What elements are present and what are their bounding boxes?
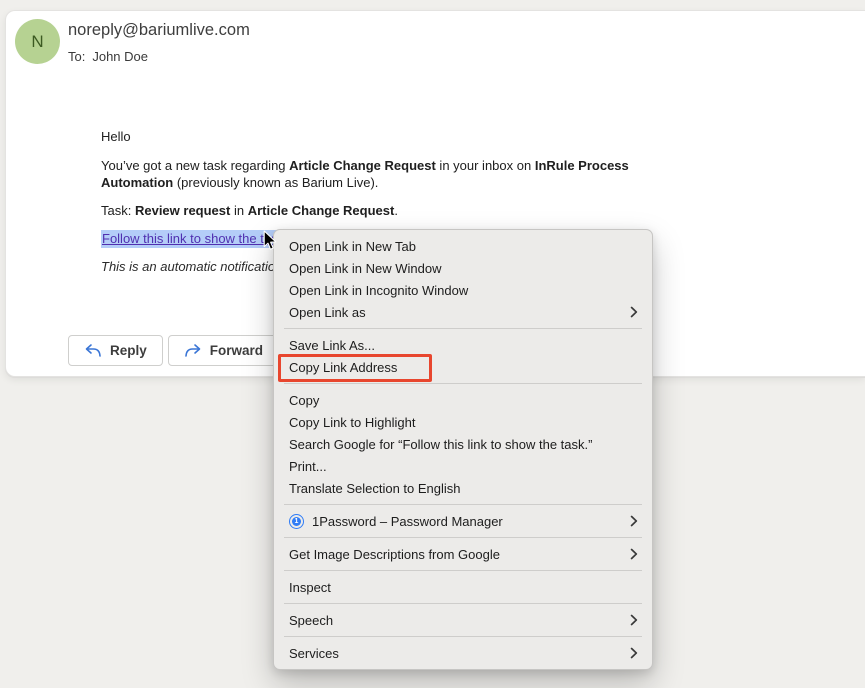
menu-item-content: Get Image Descriptions from Google — [289, 547, 500, 562]
menu-item-speech[interactable]: Speech — [274, 609, 652, 631]
menu-item-label: Copy Link Address — [289, 360, 397, 375]
menu-item-label: Get Image Descriptions from Google — [289, 547, 500, 562]
email-paragraph-task: Task: Review request in Article Change R… — [101, 202, 398, 219]
menu-item-copy-link-to-highlight[interactable]: Copy Link to Highlight — [274, 411, 652, 433]
email-greeting: Hello — [101, 128, 131, 145]
menu-item-print[interactable]: Print... — [274, 455, 652, 477]
menu-item-label: Save Link As... — [289, 338, 375, 353]
menu-item-get-image-descriptions-from-google[interactable]: Get Image Descriptions from Google — [274, 543, 652, 565]
auto-notification-note: This is an automatic notification — [101, 258, 282, 275]
menu-item-content: Print... — [289, 459, 327, 474]
submenu-chevron-icon — [630, 614, 638, 626]
menu-item-open-link-as[interactable]: Open Link as — [274, 301, 652, 323]
menu-item-content: Translate Selection to English — [289, 481, 461, 496]
email-paragraph-intro: You’ve got a new task regarding Article … — [101, 157, 657, 191]
menu-item-label: Open Link in New Window — [289, 261, 441, 276]
menu-item-search-google-for-follow-this-link-to-show-the-task[interactable]: Search Google for “Follow this link to s… — [274, 433, 652, 455]
menu-item-copy-link-address[interactable]: Copy Link Address — [274, 356, 652, 378]
menu-item-content: Open Link in New Tab — [289, 239, 416, 254]
menu-group: Open Link in New Tab Open Link in New Win… — [274, 230, 652, 328]
menu-item-label: Services — [289, 646, 339, 661]
to-label: To: — [68, 49, 85, 64]
forward-button-label: Forward — [210, 343, 263, 358]
menu-item-label: Copy Link to Highlight — [289, 415, 415, 430]
menu-item-services[interactable]: Services — [274, 642, 652, 664]
menu-group: Get Image Descriptions from Google — [274, 538, 652, 570]
submenu-chevron-icon — [630, 548, 638, 560]
menu-item-label: Translate Selection to English — [289, 481, 461, 496]
menu-item-label: 1Password – Password Manager — [312, 514, 503, 529]
menu-item-label: Open Link as — [289, 305, 366, 320]
menu-item-content: Services — [289, 646, 339, 661]
menu-item-label: Print... — [289, 459, 327, 474]
menu-item-inspect[interactable]: Inspect — [274, 576, 652, 598]
menu-item-label: Open Link in New Tab — [289, 239, 416, 254]
menu-item-copy[interactable]: Copy — [274, 389, 652, 411]
submenu-chevron-icon — [630, 306, 638, 318]
menu-item-label: Open Link in Incognito Window — [289, 283, 468, 298]
menu-item-label: Speech — [289, 613, 333, 628]
menu-group: Speech — [274, 604, 652, 636]
reply-button-label: Reply — [110, 343, 147, 358]
menu-item-content: Copy Link Address — [289, 360, 397, 375]
reply-arrow-icon — [84, 343, 102, 358]
menu-item-content: Open Link as — [289, 305, 366, 320]
mouse-cursor — [263, 230, 278, 252]
menu-item-content: Search Google for “Follow this link to s… — [289, 437, 592, 452]
menu-item-open-link-in-new-tab[interactable]: Open Link in New Tab — [274, 235, 652, 257]
menu-item-content: Open Link in Incognito Window — [289, 283, 468, 298]
menu-group: Save Link As... Copy Link Address — [274, 329, 652, 383]
menu-item-translate-selection-to-english[interactable]: Translate Selection to English — [274, 477, 652, 499]
menu-item-content: Inspect — [289, 580, 331, 595]
menu-item-save-link-as[interactable]: Save Link As... — [274, 334, 652, 356]
email-action-buttons: Reply Forward — [68, 335, 279, 366]
submenu-chevron-icon — [630, 647, 638, 659]
menu-item-content: Speech — [289, 613, 333, 628]
forward-button[interactable]: Forward — [168, 335, 279, 366]
menu-item-open-link-in-new-window[interactable]: Open Link in New Window — [274, 257, 652, 279]
menu-group: Services — [274, 637, 652, 669]
recipient-name: John Doe — [92, 49, 148, 64]
task-link-line: Follow this link to show the task. — [101, 230, 290, 247]
forward-arrow-icon — [184, 343, 202, 358]
recipient-line: To: John Doe — [68, 49, 148, 64]
menu-item-content: Open Link in New Window — [289, 261, 441, 276]
1password-icon: 1 — [289, 514, 304, 529]
task-link[interactable]: Follow this link to show the task. — [101, 230, 290, 248]
menu-group: 1 1Password – Password Manager — [274, 505, 652, 537]
avatar: N — [15, 19, 60, 64]
menu-item-content: 1 1Password – Password Manager — [289, 514, 503, 529]
menu-item-content: Save Link As... — [289, 338, 375, 353]
submenu-chevron-icon — [630, 515, 638, 527]
menu-item-1password-password-manager[interactable]: 1 1Password – Password Manager — [274, 510, 652, 532]
sender-email: noreply@bariumlive.com — [68, 21, 250, 40]
menu-item-label: Copy — [289, 393, 319, 408]
menu-item-open-link-in-incognito-window[interactable]: Open Link in Incognito Window — [274, 279, 652, 301]
reply-button[interactable]: Reply — [68, 335, 163, 366]
context-menu: Open Link in New Tab Open Link in New Win… — [273, 229, 653, 670]
menu-item-label: Inspect — [289, 580, 331, 595]
menu-group: Inspect — [274, 571, 652, 603]
desktop-background: N noreply@bariumlive.com To: John Doe Hel… — [0, 0, 865, 688]
menu-group: Copy Copy Link to Highlight Search Google … — [274, 384, 652, 504]
menu-item-label: Search Google for “Follow this link to s… — [289, 437, 592, 452]
menu-item-content: Copy Link to Highlight — [289, 415, 415, 430]
menu-item-content: Copy — [289, 393, 319, 408]
